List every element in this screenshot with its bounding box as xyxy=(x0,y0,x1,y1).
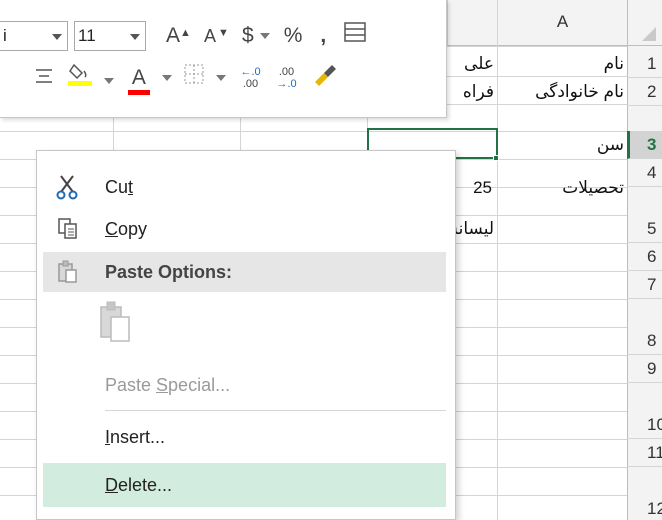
cell-a1[interactable]: نام xyxy=(500,50,624,78)
mini-toolbar: i 11 A ▲ A ▼ $ % , A ←.0 .00 .00 →.0 xyxy=(0,0,447,118)
chevron-down-icon xyxy=(215,75,226,82)
cell-a3[interactable]: سن xyxy=(500,131,624,159)
chevron-down-icon xyxy=(103,77,114,84)
menu-item-delete[interactable]: Delete... xyxy=(43,463,446,507)
chevron-down-icon xyxy=(259,33,270,40)
chevron-down-icon xyxy=(130,34,140,40)
paste-option-button[interactable] xyxy=(99,301,133,349)
chevron-down-icon xyxy=(52,34,62,40)
column-header-b[interactable] xyxy=(447,0,497,46)
column-header-a[interactable]: A xyxy=(497,0,627,46)
context-menu: Cut Copy Paste Options: Paste Special...… xyxy=(36,150,456,520)
fill-color-button[interactable] xyxy=(68,61,114,96)
font-name-box[interactable]: i xyxy=(0,21,68,51)
table-icon xyxy=(344,22,366,42)
chevron-down-icon xyxy=(161,75,172,82)
borders-button[interactable] xyxy=(184,63,226,93)
shrink-font-button[interactable]: A ▼ xyxy=(204,21,229,51)
row-header-4[interactable]: 4 xyxy=(627,159,662,187)
decrease-decimal-button[interactable]: .00 →.0 xyxy=(274,66,300,90)
align-center-icon xyxy=(36,69,52,83)
shrink-font-icon: A xyxy=(204,26,217,46)
font-name-value: i xyxy=(3,26,7,45)
increase-decimal-button[interactable]: ←.0 .00 xyxy=(238,66,264,90)
menu-item-cut-label: Cut xyxy=(105,177,134,197)
paste-options-label: Paste Options: xyxy=(105,262,233,282)
menu-separator xyxy=(105,410,446,411)
paste-clipboard-icon xyxy=(100,301,130,342)
row-header-12[interactable]: 12 xyxy=(627,495,662,520)
decrease-decimal-digits: .00 xyxy=(278,66,295,78)
borders-icon xyxy=(184,64,204,84)
menu-item-copy-label: Copy xyxy=(105,219,148,239)
row-header-7[interactable]: 7 xyxy=(627,271,662,299)
clipboard-icon xyxy=(55,259,81,285)
row-header-3[interactable]: 3 xyxy=(627,131,662,159)
row-header-1[interactable]: 1 xyxy=(627,50,662,78)
font-color-icon: A xyxy=(127,63,150,95)
format-painter-button[interactable] xyxy=(312,62,338,95)
accounting-format-button[interactable]: $ xyxy=(242,21,270,51)
font-size-box[interactable]: 11 xyxy=(74,21,146,51)
paint-bucket-icon xyxy=(68,63,92,86)
comma-style-button[interactable]: , xyxy=(320,21,326,51)
brush-icon xyxy=(314,64,336,86)
format-painter-table-button[interactable] xyxy=(344,21,366,51)
menu-item-insert-label: Insert... xyxy=(105,427,166,447)
row-header-10[interactable]: 10 xyxy=(627,411,662,439)
row-header-8[interactable]: 8 xyxy=(627,327,662,355)
cell-b2[interactable]: فراه xyxy=(448,78,494,106)
menu-item-insert[interactable]: Insert... xyxy=(43,417,446,457)
select-all-corner[interactable] xyxy=(627,0,662,46)
fill-handle[interactable] xyxy=(493,155,499,161)
row-header-2[interactable]: 2 xyxy=(627,78,662,106)
align-center-button[interactable] xyxy=(34,63,54,93)
menu-item-paste-special[interactable]: Paste Special... xyxy=(43,365,446,405)
increase-decimal-arrow-icon: ←.0 xyxy=(240,66,261,78)
increase-decimal-digits: .00 xyxy=(242,78,259,90)
font-size-value: 11 xyxy=(78,26,96,45)
decrease-decimal-arrow-icon: →.0 xyxy=(276,78,297,90)
row-header-5[interactable]: 5 xyxy=(627,215,662,243)
menu-item-copy[interactable]: Copy xyxy=(43,209,446,249)
menu-item-delete-label: Delete... xyxy=(105,475,173,495)
copy-icon xyxy=(55,216,81,242)
grow-font-icon: A xyxy=(166,24,181,47)
grow-font-button[interactable]: A ▲ xyxy=(166,21,191,51)
cell-a2[interactable]: نام خانوادگی xyxy=(500,78,624,106)
paste-options-header: Paste Options: xyxy=(43,252,446,292)
scissors-icon xyxy=(55,174,81,200)
cell-b1[interactable]: علی xyxy=(448,50,494,78)
row-header-6[interactable]: 6 xyxy=(627,243,662,271)
menu-item-paste-special-label: Paste Special... xyxy=(105,375,231,395)
menu-item-cut[interactable]: Cut xyxy=(43,167,446,207)
percent-style-button[interactable]: % xyxy=(284,21,303,51)
dollar-icon: $ xyxy=(242,24,254,47)
row-header-9[interactable]: 9 xyxy=(627,355,662,383)
cell-a4[interactable]: تحصیلات xyxy=(500,174,624,202)
row-header-11[interactable]: 11 xyxy=(627,439,662,467)
font-color-button[interactable]: A xyxy=(127,63,172,95)
